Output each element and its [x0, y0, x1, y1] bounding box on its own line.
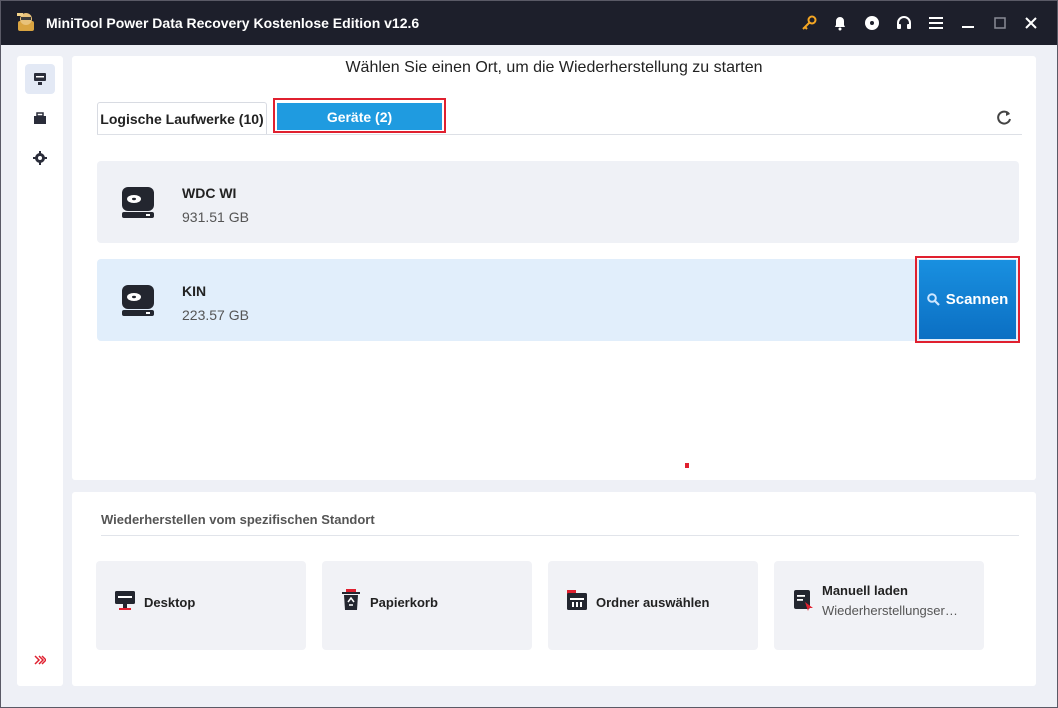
location-card-select-folder[interactable]: Ordner auswählen: [548, 561, 758, 650]
app-window: MiniTool Power Data Recovery Kostenlose …: [0, 0, 1058, 708]
tab-logical-drives[interactable]: Logische Laufwerke (10): [97, 102, 267, 135]
page-title: Wählen Sie einen Ort, um die Wiederherst…: [345, 59, 763, 76]
toolbox-icon: [34, 112, 46, 124]
specific-location-panel: Wiederherstellen vom spezifischen Stando…: [72, 492, 1036, 686]
recycle-bin-icon: [342, 589, 360, 610]
hard-drive-icon: [122, 187, 154, 218]
search-icon: [926, 293, 940, 306]
section-title: Wiederherstellen vom spezifischen Stando…: [101, 512, 375, 527]
card-label: Desktop: [144, 595, 196, 610]
scan-button-label: Scannen: [945, 291, 1009, 308]
location-card-recycle-bin[interactable]: Papierkorb: [322, 561, 532, 650]
device-size: 223.57 GB: [182, 307, 249, 323]
minimize-icon[interactable]: [958, 13, 978, 33]
location-card-desktop[interactable]: Desktop: [96, 561, 306, 650]
location-card-manual-load[interactable]: Manuell laden Wiederherstellungser…: [774, 561, 984, 650]
refresh-icon[interactable]: [994, 108, 1014, 128]
menu-icon[interactable]: [926, 13, 946, 33]
app-logo-icon: [17, 13, 34, 31]
disc-icon[interactable]: [862, 13, 882, 33]
cursor-marker: [685, 463, 689, 468]
scan-button[interactable]: Scannen: [919, 260, 1016, 339]
folder-icon: [567, 590, 587, 610]
device-name: KIN: [182, 283, 207, 299]
tab-devices[interactable]: Geräte (2): [277, 103, 442, 130]
gear-icon: [33, 151, 47, 165]
expand-sidebar-icon[interactable]: [34, 654, 46, 666]
device-item[interactable]: WDC WI 931.51 GB: [97, 161, 1019, 243]
card-label: Manuell laden: [822, 583, 908, 598]
card-label: Ordner auswählen: [596, 595, 710, 610]
manual-load-icon: [794, 590, 813, 611]
tab-divider: [97, 134, 1022, 135]
location-panel: Wählen Sie einen Ort, um die Wiederherst…: [72, 56, 1036, 480]
headset-icon[interactable]: [894, 13, 914, 33]
sidebar: [17, 56, 63, 686]
section-divider: [101, 535, 1019, 536]
sidebar-item-settings[interactable]: [25, 143, 55, 173]
device-name: WDC WI: [182, 185, 237, 201]
card-label: Papierkorb: [370, 595, 438, 610]
monitor-icon: [34, 73, 46, 85]
sidebar-item-this-pc[interactable]: [25, 64, 55, 94]
key-icon[interactable]: [799, 13, 819, 33]
desktop-icon: [115, 591, 135, 610]
title-bar: MiniTool Power Data Recovery Kostenlose …: [1, 1, 1057, 45]
device-item-selected[interactable]: KIN 223.57 GB: [97, 259, 1019, 341]
device-size: 931.51 GB: [182, 209, 249, 225]
close-icon[interactable]: [1021, 13, 1041, 33]
maximize-icon[interactable]: [990, 13, 1010, 33]
hard-drive-icon: [122, 285, 154, 316]
app-title: MiniTool Power Data Recovery Kostenlose …: [46, 15, 420, 31]
card-sublabel: Wiederherstellungser…: [822, 603, 958, 618]
sidebar-item-toolkit[interactable]: [25, 104, 55, 134]
bell-icon[interactable]: [830, 13, 850, 33]
